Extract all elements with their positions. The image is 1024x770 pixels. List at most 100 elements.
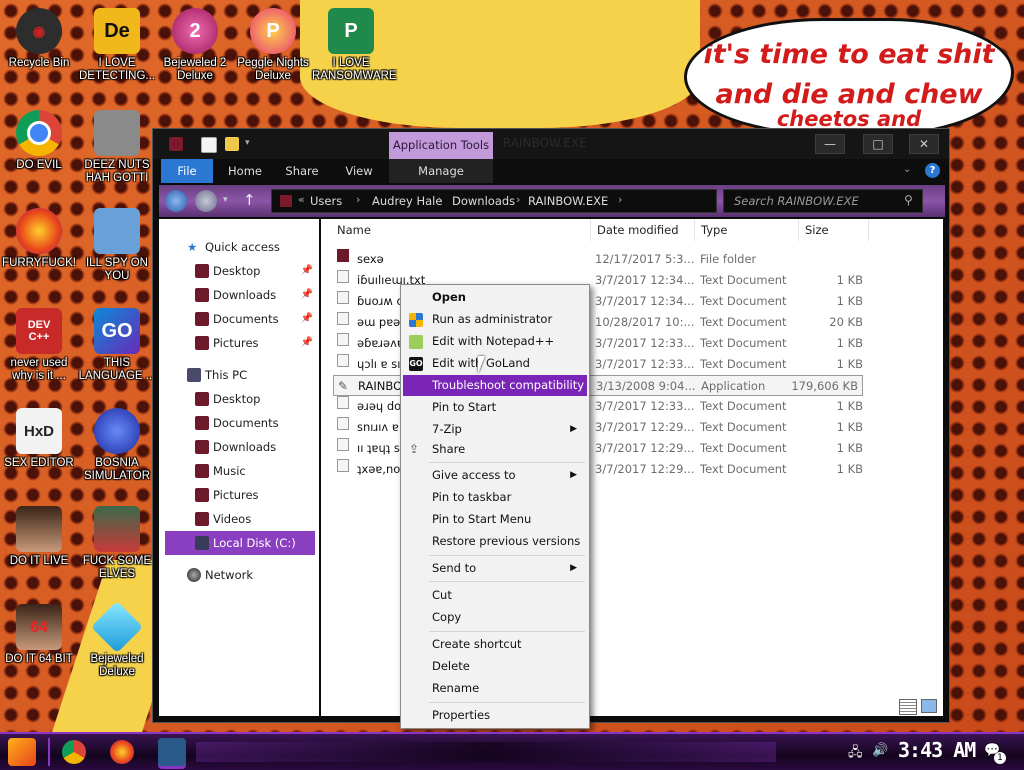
new-folder-icon[interactable] (225, 137, 239, 151)
pin-icon[interactable]: 📌 (301, 331, 313, 355)
desktop-icon-ransomware[interactable]: P I LOVE RANSOMWARE (312, 8, 397, 83)
nav-quick-access[interactable]: ★ Quick access (159, 235, 319, 259)
recent-locations-icon[interactable]: ▾ (223, 195, 228, 205)
desktop-icon-recycle-bin[interactable]: ◉ Recycle Bin (0, 8, 78, 70)
nav-this-pc[interactable]: This PC (159, 363, 319, 387)
desktop-icon-label: I LOVE DETECTING... (78, 57, 156, 82)
menu-restore-versions[interactable]: Restore previous versions (403, 531, 587, 552)
file-explorer-icon[interactable] (158, 738, 186, 769)
start-button[interactable] (8, 738, 36, 766)
tab-share[interactable]: Share (279, 159, 325, 183)
desktop-icon-hxd[interactable]: HxD SEX EDITOR (0, 408, 78, 470)
desktop-icon-bejeweled-2[interactable]: 2 Bejeweled 2 Deluxe (156, 8, 234, 83)
nav-pc-pictures[interactable]: Pictures (159, 483, 319, 507)
desktop-icon-detect-it-easy[interactable]: De I LOVE DETECTING... (78, 8, 156, 83)
menu-properties[interactable]: Properties (403, 705, 587, 726)
customize-chevron-icon[interactable]: ▾ (245, 138, 259, 152)
nav-qa-desktop[interactable]: Desktop 📌 (159, 259, 319, 283)
desktop-icon-bejeweled[interactable]: Bejeweled Deluxe (78, 600, 156, 679)
pin-icon[interactable]: 📌 (301, 259, 313, 283)
desktop-icon-goland[interactable]: GO THIS LANGUAGE ... (78, 308, 156, 383)
nav-network[interactable]: Network (159, 563, 319, 587)
desktop-icon-firefox[interactable]: FURRYFUCK! (0, 208, 78, 270)
menu-copy[interactable]: Copy (403, 607, 587, 628)
chevron-right-icon[interactable]: › (356, 193, 360, 206)
nav-qa-documents[interactable]: Documents 📌 (159, 307, 319, 331)
large-icons-view-icon[interactable] (921, 699, 937, 713)
menu-edit-notepad[interactable]: Edit with Notepad++ (403, 331, 587, 352)
chrome-icon[interactable] (62, 740, 86, 764)
menu-open[interactable]: Open (403, 287, 587, 308)
properties-icon[interactable] (201, 137, 217, 153)
menu-send-to[interactable]: Send to ▶ (403, 558, 587, 579)
desktop-icon-do-evil[interactable]: DO EVIL (0, 110, 78, 172)
tab-manage[interactable]: Manage (389, 159, 493, 183)
desktop-icon-peggle[interactable]: P Peggle Nights Deluxe (234, 8, 312, 83)
nav-pc-documents[interactable]: Documents (159, 411, 319, 435)
menu-pin-taskbar[interactable]: Pin to taskbar (403, 487, 587, 508)
forward-button[interactable] (195, 190, 217, 212)
nav-pc-desktop[interactable]: Desktop (159, 387, 319, 411)
menu-label: Restore previous versions (432, 534, 581, 548)
breadcrumb-rainbow[interactable]: RAINBOW.EXE (528, 194, 608, 208)
volume-tray-icon[interactable]: 🔊 (872, 743, 888, 758)
desktop-icon-elves[interactable]: FUCK SOME ELVES (78, 506, 156, 581)
help-icon[interactable]: ? (925, 163, 940, 178)
address-bar[interactable]: « Users › Audrey Hale › Downloads › RAIN… (271, 189, 717, 213)
breadcrumb-user[interactable]: Audrey Hale (372, 194, 442, 208)
menu-edit-goland[interactable]: GO Edit with GoLand (403, 353, 587, 374)
desktop-icon-do-it-64[interactable]: 64 DO IT 64 BIT (0, 604, 78, 666)
up-arrow-icon[interactable]: ↑ (243, 191, 256, 209)
nav-qa-downloads[interactable]: Downloads 📌 (159, 283, 319, 307)
desktop-icon-minesweeper[interactable]: BOSNIA SIMULATOR (78, 408, 156, 483)
documents-folder-icon (195, 416, 209, 430)
desktop-icon-dev-cpp[interactable]: DEV C++ never used why is it ... (0, 308, 78, 383)
menu-7zip[interactable]: 7-Zip ▶ (403, 419, 587, 440)
desktop-icon-deez-nuts[interactable]: DEEZ NUTS HAH GOTTI (78, 110, 156, 185)
chevron-right-icon[interactable]: › (516, 193, 520, 206)
nav-pc-music[interactable]: Music (159, 459, 319, 483)
nav-pc-downloads[interactable]: Downloads (159, 435, 319, 459)
file-row[interactable]: sexǝ 12/17/2017 5:3... File folder (333, 249, 863, 270)
network-tray-icon[interactable]: 🖧 (848, 743, 863, 765)
tab-home[interactable]: Home (223, 159, 267, 183)
close-button[interactable]: ✕ (909, 134, 939, 154)
column-name[interactable]: Name (331, 219, 591, 241)
menu-pin-start[interactable]: Pin to Start (403, 397, 587, 418)
tab-view[interactable]: View (337, 159, 381, 183)
nav-pc-local-disk[interactable]: Local Disk (C:) (165, 531, 315, 555)
menu-troubleshoot[interactable]: Troubleshoot compatibility (403, 375, 587, 396)
breadcrumb-users[interactable]: Users (310, 194, 342, 208)
maximize-button[interactable]: □ (863, 134, 893, 154)
column-size[interactable]: Size (799, 219, 869, 241)
menu-rename[interactable]: Rename (403, 678, 587, 699)
menu-label: Give access to (432, 468, 516, 482)
column-type[interactable]: Type (695, 219, 799, 241)
menu-cut[interactable]: Cut (403, 585, 587, 606)
title-bar[interactable]: ▾ Application Tools RAINBOW.EXE — □ ✕ (153, 129, 949, 159)
tab-file[interactable]: File (161, 159, 213, 183)
desktop-icon-do-it-live[interactable]: DO IT LIVE (0, 506, 78, 568)
column-date[interactable]: Date modified (591, 219, 695, 241)
ribbon-expand-icon[interactable]: ⌄ (903, 164, 911, 175)
taskbar-clock[interactable]: 3:43 AM (898, 738, 976, 762)
search-input[interactable]: Search RAINBOW.EXE (723, 189, 923, 213)
details-view-icon[interactable] (899, 699, 917, 715)
chevron-right-icon[interactable]: › (618, 193, 622, 206)
menu-pin-start-menu[interactable]: Pin to Start Menu (403, 509, 587, 530)
menu-give-access[interactable]: Give access to ▶ (403, 465, 587, 486)
menu-share[interactable]: ⇪ Share (403, 439, 587, 460)
breadcrumb-downloads[interactable]: Downloads (452, 194, 515, 208)
menu-run-as-admin[interactable]: Run as administrator (403, 309, 587, 330)
desktop-icon-spy[interactable]: ILL SPY ON YOU (78, 208, 156, 283)
firefox-icon[interactable] (110, 740, 134, 764)
pin-icon[interactable]: 📌 (301, 307, 313, 331)
menu-delete[interactable]: Delete (403, 656, 587, 677)
back-button[interactable] (165, 190, 187, 212)
nav-qa-pictures[interactable]: Pictures 📌 (159, 331, 319, 355)
minimize-button[interactable]: — (815, 134, 845, 154)
nav-pc-videos[interactable]: Videos (159, 507, 319, 531)
menu-create-shortcut[interactable]: Create shortcut (403, 634, 587, 655)
chevron-right-icon[interactable]: › (438, 193, 442, 206)
pin-icon[interactable]: 📌 (301, 283, 313, 307)
